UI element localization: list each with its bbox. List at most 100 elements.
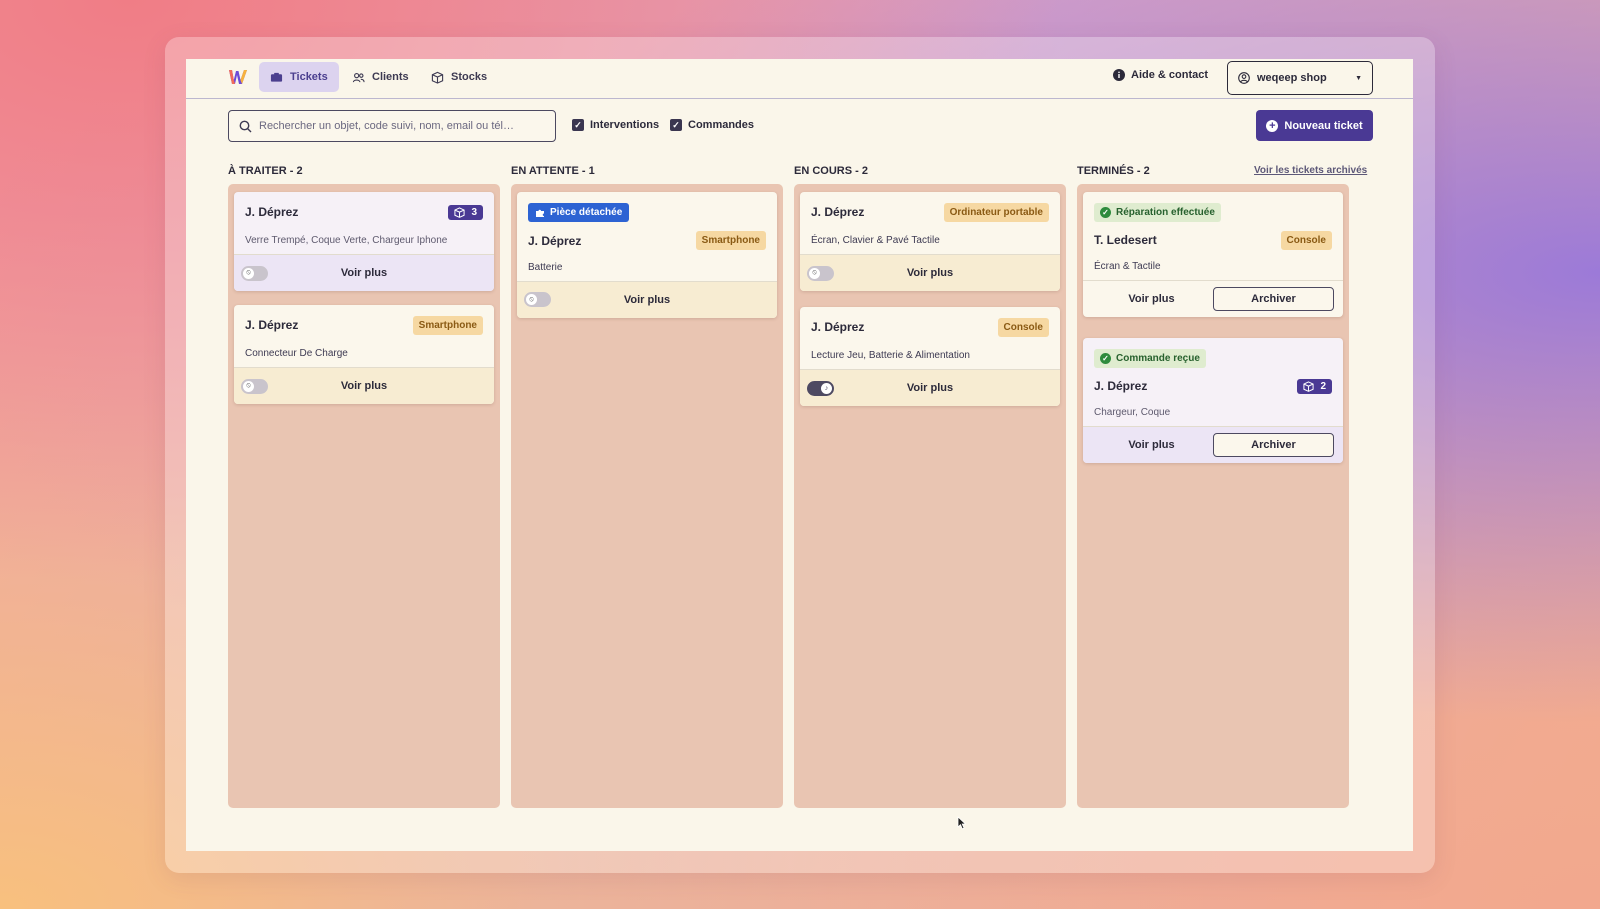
help-label: Aide & contact <box>1131 69 1209 81</box>
column-a-traiter: J. Déprez 3 Verre Trempé, Coque Verte, C… <box>228 184 500 808</box>
ticket-card[interactable]: J. Déprez Ordinateur portable Écran, Cla… <box>800 192 1060 291</box>
client-name: J. Déprez <box>811 205 865 219</box>
status-badge: ✓ Réparation effectuée <box>1094 203 1221 222</box>
info-icon <box>1113 69 1125 81</box>
nav-clients[interactable]: Clients <box>341 62 420 92</box>
new-ticket-button[interactable]: + Nouveau ticket <box>1256 110 1373 141</box>
new-ticket-label: Nouveau ticket <box>1284 119 1363 132</box>
search-box <box>228 110 556 142</box>
card-header: J. Déprez Smartphone <box>517 223 777 259</box>
chevron-down-icon: ▼ <box>1355 74 1362 82</box>
footer-actions: Voir plus Archiver <box>1090 287 1336 311</box>
box-icon <box>1303 380 1315 392</box>
nav-stocks-label: Stocks <box>451 71 488 83</box>
column-title-en-attente: EN ATTENTE - 1 <box>511 165 595 177</box>
see-more-link[interactable]: Voir plus <box>800 382 1060 394</box>
client-name: J. Déprez <box>811 320 865 334</box>
ticket-card[interactable]: J. Déprez Console Lecture Jeu, Batterie … <box>800 307 1060 406</box>
card-footer: ⦸ Voir plus <box>234 367 494 404</box>
nav-tickets-label: Tickets <box>290 71 328 83</box>
card-items: Connecteur De Charge <box>245 348 348 359</box>
shop-name: weqeep shop <box>1257 72 1327 84</box>
search-icon <box>239 120 252 132</box>
card-footer: ♪ Voir plus <box>800 369 1060 406</box>
see-more-link[interactable]: Voir plus <box>1090 293 1213 305</box>
archive-button[interactable]: Archiver <box>1213 433 1334 457</box>
device-tag: Console <box>1280 230 1332 250</box>
check-circle-icon: ✓ <box>1100 353 1111 364</box>
see-more-link[interactable]: Voir plus <box>800 267 1060 279</box>
top-navigation: Tickets Clients Stocks Aide & contact we… <box>186 59 1413 99</box>
item-count: 3 <box>471 206 477 218</box>
column-en-attente: Pièce détachée J. Déprez Smartphone Batt… <box>511 184 783 808</box>
mouse-cursor-icon <box>957 816 967 830</box>
card-header: J. Déprez 3 <box>234 192 494 232</box>
nav-tickets[interactable]: Tickets <box>259 62 339 92</box>
item-count-badge: 3 <box>448 204 483 220</box>
card-footer: Voir plus Archiver <box>1083 426 1343 463</box>
help-contact-link[interactable]: Aide & contact <box>1113 69 1208 81</box>
ticket-card[interactable]: J. Déprez 3 Verre Trempé, Coque Verte, C… <box>234 192 494 291</box>
see-more-link[interactable]: Voir plus <box>517 294 777 306</box>
ticket-icon <box>270 72 283 82</box>
client-name: J. Déprez <box>245 205 299 219</box>
checkbox-checked-icon[interactable]: ✓ <box>670 119 682 131</box>
card-footer: ⦸ Voir plus <box>517 280 777 318</box>
client-name: J. Déprez <box>245 318 299 332</box>
card-header: J. Déprez Ordinateur portable <box>800 192 1060 232</box>
box-icon <box>454 206 466 218</box>
client-name: J. Déprez <box>528 233 582 248</box>
status-label: Commande reçue <box>1116 353 1200 364</box>
app-window: Tickets Clients Stocks Aide & contact we… <box>186 59 1413 851</box>
card-header: J. Déprez 2 <box>1083 368 1343 404</box>
card-items: Écran & Tactile <box>1094 261 1161 272</box>
card-header: J. Déprez Console <box>800 307 1060 347</box>
checkbox-checked-icon[interactable]: ✓ <box>572 119 584 131</box>
item-count: 2 <box>1320 380 1326 392</box>
see-more-link[interactable]: Voir plus <box>1090 439 1213 451</box>
card-footer: Voir plus Archiver <box>1083 280 1343 317</box>
card-footer: ⦸ Voir plus <box>234 254 494 291</box>
column-title-termines: TERMINÉS - 2 <box>1077 165 1150 177</box>
nav-clients-label: Clients <box>372 71 409 83</box>
card-items: Chargeur, Coque <box>1094 407 1171 418</box>
column-title-a-traiter: À TRAITER - 2 <box>228 165 303 177</box>
puzzle-icon <box>536 209 544 217</box>
see-more-link[interactable]: Voir plus <box>234 267 494 279</box>
filter-commandes[interactable]: ✓ Commandes <box>670 119 754 131</box>
spare-part-badge: Pièce détachée <box>528 203 630 222</box>
device-tag: Smartphone <box>695 231 766 250</box>
see-more-link[interactable]: Voir plus <box>234 380 494 392</box>
shop-selector[interactable]: weqeep shop ▼ <box>1227 61 1373 95</box>
search-input[interactable] <box>259 120 539 132</box>
device-tag: Console <box>997 317 1049 337</box>
card-header: T. Ledesert Console <box>1083 222 1343 258</box>
device-tag: Ordinateur portable <box>943 202 1049 222</box>
status-badge: ✓ Commande reçue <box>1094 349 1206 368</box>
user-circle-icon <box>1238 72 1250 84</box>
card-items: Verre Trempé, Coque Verte, Chargeur Ipho… <box>245 235 448 246</box>
column-termines: ✓ Réparation effectuée T. Ledesert Conso… <box>1077 184 1349 808</box>
card-items: Écran, Clavier & Pavé Tactile <box>811 235 940 246</box>
column-en-cours: J. Déprez Ordinateur portable Écran, Cla… <box>794 184 1066 808</box>
item-count-badge: 2 <box>1297 378 1332 394</box>
archived-tickets-link[interactable]: Voir les tickets archivés <box>1254 165 1367 176</box>
filter-interventions[interactable]: ✓ Interventions <box>572 119 659 131</box>
column-title-en-cours: EN COURS - 2 <box>794 165 868 177</box>
ticket-card[interactable]: J. Déprez Smartphone Connecteur De Charg… <box>234 305 494 404</box>
archive-button[interactable]: Archiver <box>1213 287 1334 311</box>
nav-stocks[interactable]: Stocks <box>420 62 498 92</box>
ticket-card[interactable]: ✓ Commande reçue J. Déprez 2 Chargeur, C… <box>1083 338 1343 463</box>
card-items: Lecture Jeu, Batterie & Alimentation <box>811 350 970 361</box>
ticket-card[interactable]: Pièce détachée J. Déprez Smartphone Batt… <box>517 192 777 318</box>
box-icon <box>431 71 444 84</box>
device-tag: Smartphone <box>412 315 483 335</box>
filter-interventions-label: Interventions <box>590 119 660 131</box>
ticket-card[interactable]: ✓ Réparation effectuée T. Ledesert Conso… <box>1083 192 1343 317</box>
card-footer: ⦸ Voir plus <box>800 254 1060 291</box>
status-label: Réparation effectuée <box>1116 207 1215 218</box>
footer-actions: Voir plus Archiver <box>1090 433 1336 457</box>
app-logo-icon[interactable] <box>228 68 248 86</box>
client-name: J. Déprez <box>1094 379 1148 393</box>
users-icon <box>352 72 365 82</box>
